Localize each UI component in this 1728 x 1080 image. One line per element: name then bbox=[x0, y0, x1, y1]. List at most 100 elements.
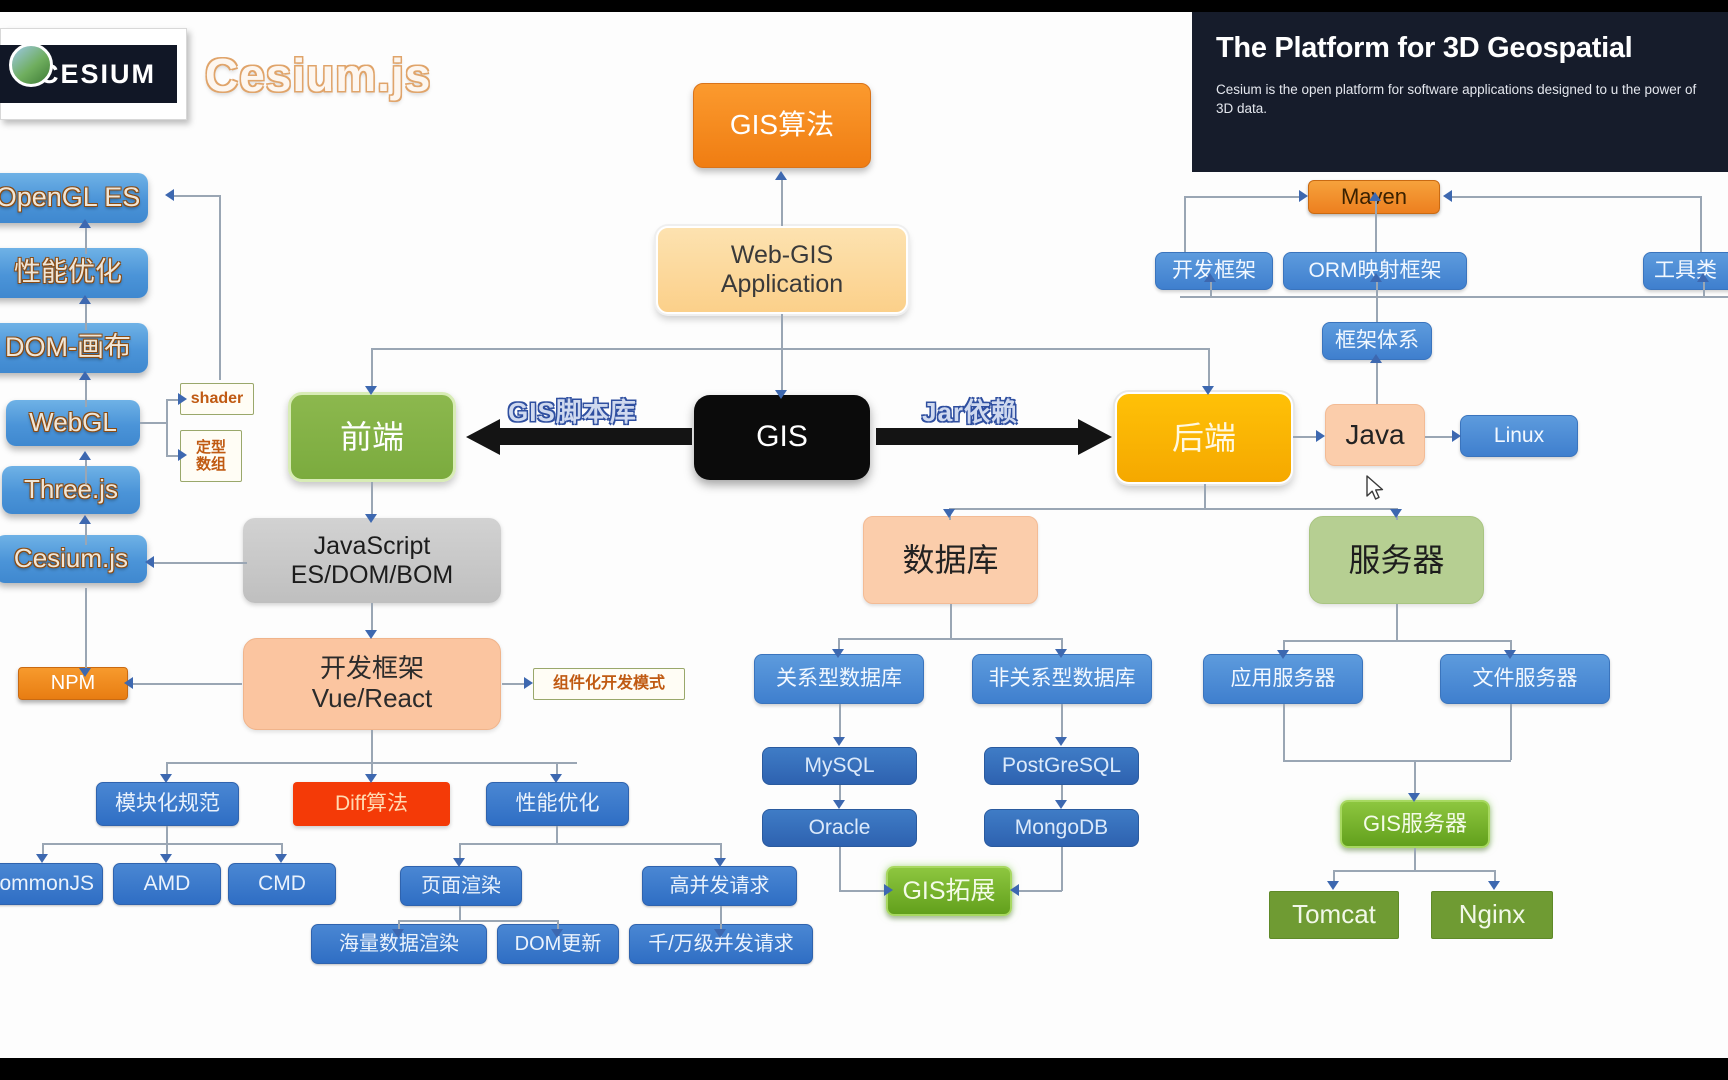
node-cesiumjs[interactable]: Cesium.js bbox=[0, 535, 147, 583]
node-file-server[interactable]: 文件服务器 bbox=[1440, 654, 1610, 704]
connector bbox=[85, 457, 87, 484]
node-gis-server[interactable]: GIS服务器 bbox=[1340, 800, 1490, 848]
arrowhead bbox=[79, 219, 91, 228]
arrowhead bbox=[165, 189, 174, 201]
node-dev-framework[interactable]: 开发框架 Vue/React bbox=[243, 638, 501, 730]
node-orm-framework[interactable]: ORM映射框架 bbox=[1283, 252, 1467, 290]
node-gis[interactable]: GIS bbox=[694, 395, 870, 480]
arrowhead bbox=[833, 737, 845, 746]
promo-body: Cesium is the open platform for software… bbox=[1216, 81, 1697, 117]
arrowhead bbox=[1369, 192, 1381, 201]
node-performance-optimization[interactable]: 性能优化 bbox=[486, 782, 629, 826]
node-gis-algorithm[interactable]: GIS算法 bbox=[693, 83, 871, 168]
node-mongodb[interactable]: MongoDB bbox=[984, 809, 1139, 847]
node-postgresql[interactable]: PostGreSQL bbox=[984, 747, 1139, 785]
node-component-dev-mode[interactable]: 组件化开发模式 bbox=[533, 668, 685, 700]
node-nonrelational-db[interactable]: 非关系型数据库 bbox=[972, 654, 1152, 704]
node-shader[interactable]: shader bbox=[180, 383, 254, 415]
node-relational-db[interactable]: 关系型数据库 bbox=[754, 654, 924, 704]
node-javascript[interactable]: JavaScript ES/DOM/BOM bbox=[243, 518, 501, 603]
node-java-dev-framework[interactable]: 开发框架 bbox=[1155, 252, 1273, 290]
arrowhead bbox=[1055, 737, 1067, 746]
connector bbox=[1283, 760, 1511, 762]
arrowhead bbox=[775, 390, 787, 399]
node-tool-class[interactable]: 工具类 bbox=[1643, 252, 1728, 290]
connector bbox=[85, 226, 87, 254]
arrowhead bbox=[178, 393, 187, 405]
arrowhead bbox=[79, 515, 91, 524]
node-server[interactable]: 服务器 bbox=[1309, 516, 1484, 604]
connector bbox=[1204, 484, 1206, 508]
arrowhead bbox=[160, 854, 172, 863]
node-tomcat[interactable]: Tomcat bbox=[1269, 891, 1399, 939]
connector bbox=[172, 195, 220, 197]
connector bbox=[1425, 436, 1453, 438]
edge-label-jar-dependency: Jar依赖 bbox=[922, 397, 1019, 427]
arrowhead bbox=[884, 884, 893, 896]
node-backend[interactable]: 后端 bbox=[1115, 392, 1293, 484]
node-diff-algorithm[interactable]: Diff算法 bbox=[293, 782, 450, 826]
node-dom-canvas[interactable]: DOM-画布 bbox=[0, 323, 148, 373]
arrowhead bbox=[1443, 190, 1452, 202]
connector bbox=[950, 604, 952, 638]
node-amd[interactable]: AMD bbox=[113, 863, 221, 905]
arrowhead bbox=[365, 774, 377, 783]
arrowhead bbox=[79, 371, 91, 380]
connector bbox=[371, 348, 373, 388]
connector bbox=[152, 562, 247, 564]
arrowhead bbox=[714, 929, 726, 938]
promo-banner: The Platform for 3D Geospatial Cesium is… bbox=[1192, 12, 1728, 172]
node-nginx[interactable]: Nginx bbox=[1431, 891, 1553, 939]
letterbox-top bbox=[0, 0, 1728, 12]
arrowhead bbox=[1277, 650, 1289, 659]
node-frontend[interactable]: 前端 bbox=[288, 392, 456, 482]
arrowhead bbox=[550, 774, 562, 783]
node-oracle[interactable]: Oracle bbox=[762, 809, 917, 847]
connector bbox=[371, 730, 373, 763]
connector bbox=[166, 826, 168, 843]
arrowhead bbox=[1202, 386, 1214, 395]
arrowhead bbox=[36, 854, 48, 863]
connector bbox=[459, 843, 721, 845]
node-typed-array[interactable]: 定型 数组 bbox=[180, 430, 242, 482]
connector bbox=[781, 178, 783, 226]
mouse-cursor-icon bbox=[1366, 475, 1384, 500]
arrowhead bbox=[1316, 430, 1325, 442]
node-module-spec[interactable]: 模块化规范 bbox=[96, 782, 239, 826]
node-opengl-es[interactable]: OpenGL ES bbox=[0, 173, 148, 223]
node-webgis-application[interactable]: Web-GIS Application bbox=[656, 226, 908, 314]
arrowhead bbox=[1390, 509, 1402, 518]
node-performance-optimization-left[interactable]: 性能优化 bbox=[0, 248, 148, 298]
node-cmd[interactable]: CMD bbox=[228, 863, 336, 905]
connector bbox=[1376, 280, 1378, 296]
arrowhead bbox=[1055, 649, 1067, 658]
arrowhead bbox=[1055, 800, 1067, 809]
node-mysql[interactable]: MySQL bbox=[762, 747, 917, 785]
node-gis-extension[interactable]: GIS拓展 bbox=[886, 866, 1012, 916]
node-linux[interactable]: Linux bbox=[1460, 415, 1578, 457]
connector bbox=[85, 302, 87, 330]
node-page-render[interactable]: 页面渲染 bbox=[400, 866, 522, 906]
connector bbox=[1210, 280, 1212, 296]
connector bbox=[219, 195, 221, 380]
arrowhead bbox=[79, 295, 91, 304]
connector bbox=[1376, 296, 1378, 322]
connector bbox=[1414, 760, 1416, 796]
connector bbox=[1208, 348, 1210, 388]
connector bbox=[1450, 196, 1700, 198]
node-commonjs[interactable]: ommonJS bbox=[0, 863, 103, 905]
connector bbox=[1510, 704, 1512, 760]
arrowhead bbox=[124, 677, 133, 689]
node-npm[interactable]: NPM bbox=[18, 667, 128, 700]
node-app-server[interactable]: 应用服务器 bbox=[1203, 654, 1363, 704]
node-threejs[interactable]: Three.js bbox=[2, 466, 140, 514]
cesium-logo: CESIUM bbox=[0, 28, 187, 120]
connector bbox=[1700, 196, 1702, 252]
node-webgl[interactable]: WebGL bbox=[6, 400, 140, 446]
arrowhead bbox=[178, 449, 187, 461]
node-database[interactable]: 数据库 bbox=[863, 516, 1038, 604]
node-high-concurrency[interactable]: 高并发请求 bbox=[642, 866, 797, 906]
node-java[interactable]: Java bbox=[1325, 404, 1425, 466]
arrowhead bbox=[833, 800, 845, 809]
connector bbox=[838, 638, 1062, 640]
